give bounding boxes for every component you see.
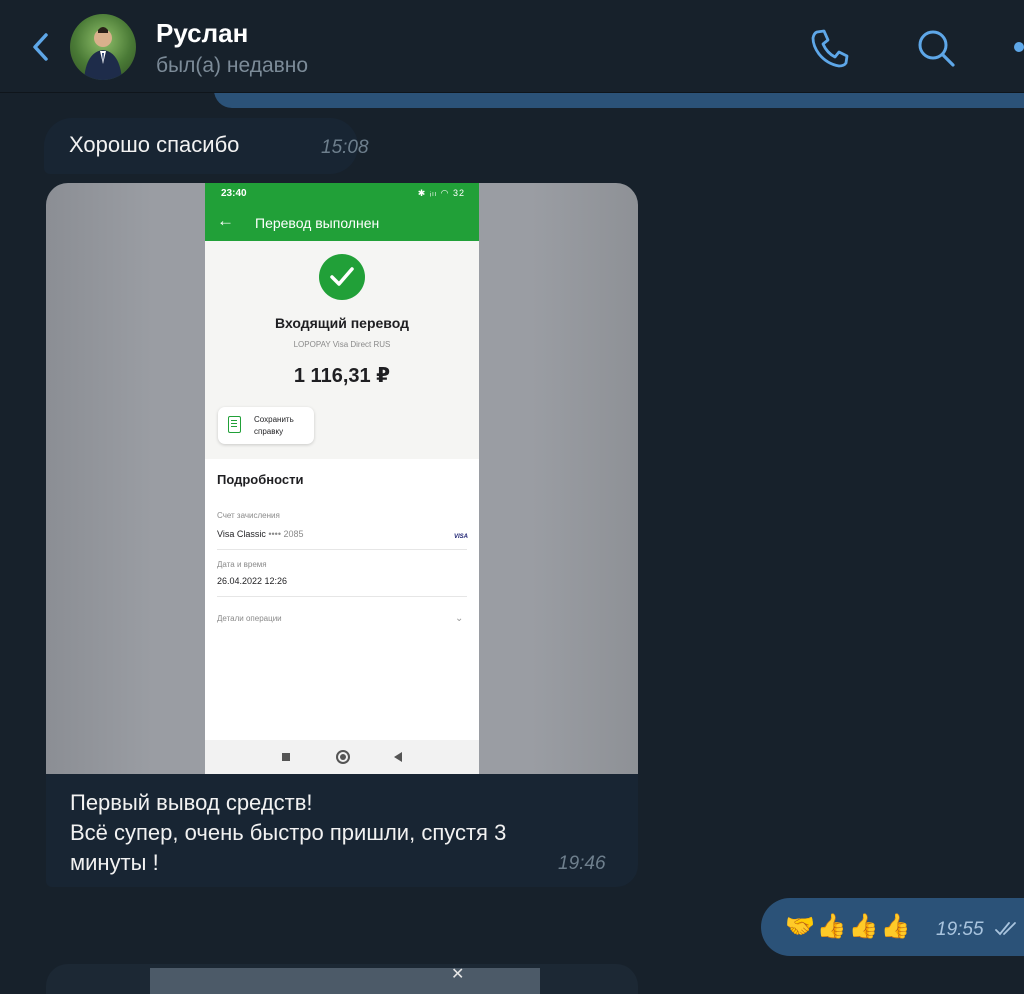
double-check-icon <box>995 922 1016 936</box>
search-button[interactable] <box>914 26 958 70</box>
caption-line: Всё супер, очень быстро пришли, спустя 3 <box>70 820 507 845</box>
date-value: 26.04.2022 12:26 <box>217 576 288 586</box>
caption-line: минуты ! <box>70 850 159 875</box>
message-text: Хорошо спасибо <box>69 132 240 157</box>
chevron-left-icon <box>33 33 48 61</box>
android-nav-bar <box>205 740 479 774</box>
contact-name[interactable]: Руслан <box>156 18 248 49</box>
back-triangle-icon <box>394 752 402 762</box>
operation-details-label: Детали операции <box>217 614 282 623</box>
message-time: 15:08 <box>321 137 369 158</box>
outgoing-message[interactable]: 🤝👍👍👍 19:55 <box>761 898 1024 956</box>
message-time: 19:55 <box>936 919 984 940</box>
back-button[interactable] <box>26 30 56 64</box>
app-bar-title: Перевод выполнен <box>255 215 380 231</box>
account-mask: •••• 2085 <box>268 529 304 539</box>
transfer-amount: 1 116,31 ₽ <box>293 365 391 387</box>
phone-icon <box>811 29 849 68</box>
save-receipt-button: Сохранить справку <box>218 407 314 444</box>
arrow-left-icon: ← <box>217 211 234 230</box>
phone-status-bar: 23:40 ✱ ᵢₗₗ ◠ 32 <box>205 183 479 205</box>
account-label: Счет зачисления <box>217 511 280 520</box>
document-icon <box>228 416 241 433</box>
photo-attachment[interactable]: 23:40 ✱ ᵢₗₗ ◠ 32 ← Перевод выполнен Вход… <box>46 183 638 774</box>
phone-status-icons: ✱ ᵢₗₗ ◠ 32 <box>417 188 465 198</box>
details-title: Подробности <box>217 472 304 487</box>
app-bar: ← Перевод выполнен <box>205 205 479 241</box>
recents-icon <box>282 753 290 761</box>
avatar[interactable] <box>70 14 136 80</box>
account-type: Visa Classic <box>217 529 266 539</box>
transfer-summary: Входящий перевод LOPOPAY Visa Direct RUS… <box>205 241 479 459</box>
photo-caption: Первый вывод средств! Всё супер, очень б… <box>70 788 610 878</box>
more-icon[interactable] <box>1014 42 1024 52</box>
next-photo-message[interactable]: ✕ <box>46 964 638 994</box>
date-label: Дата и время <box>217 560 267 569</box>
search-icon <box>918 30 955 67</box>
account-value: Visa Classic •••• 2085 <box>217 529 304 539</box>
phone-clock: 23:40 <box>221 188 247 199</box>
chat-header: Руслан был(а) недавно <box>0 0 1024 93</box>
close-icon: ✕ <box>451 966 465 983</box>
visa-logo: VISA <box>454 534 469 540</box>
contact-status: был(а) недавно <box>156 54 309 77</box>
photo-attachment <box>150 968 540 994</box>
message-time: 19:46 <box>558 853 606 874</box>
chevron-down-icon: ⌄ <box>455 613 464 624</box>
call-button[interactable] <box>808 26 852 70</box>
bank-app-screenshot: 23:40 ✱ ᵢₗₗ ◠ 32 ← Перевод выполнен Вход… <box>205 183 479 774</box>
incoming-message[interactable]: Хорошо спасибо 15:08 <box>44 118 369 174</box>
divider <box>217 549 467 550</box>
emoji-text: 🤝👍👍👍 <box>785 913 913 940</box>
check-circle-icon <box>319 254 365 300</box>
merchant-name: LOPOPAY Visa Direct RUS <box>293 340 391 349</box>
transfer-heading: Входящий перевод <box>275 315 409 331</box>
home-icon <box>336 750 350 764</box>
save-receipt-label: Сохранить справку <box>254 415 294 436</box>
divider <box>217 596 467 597</box>
incoming-photo-message[interactable]: 23:40 ✱ ᵢₗₗ ◠ 32 ← Перевод выполнен Вход… <box>46 183 638 887</box>
caption-line: Первый вывод средств! <box>70 790 313 815</box>
